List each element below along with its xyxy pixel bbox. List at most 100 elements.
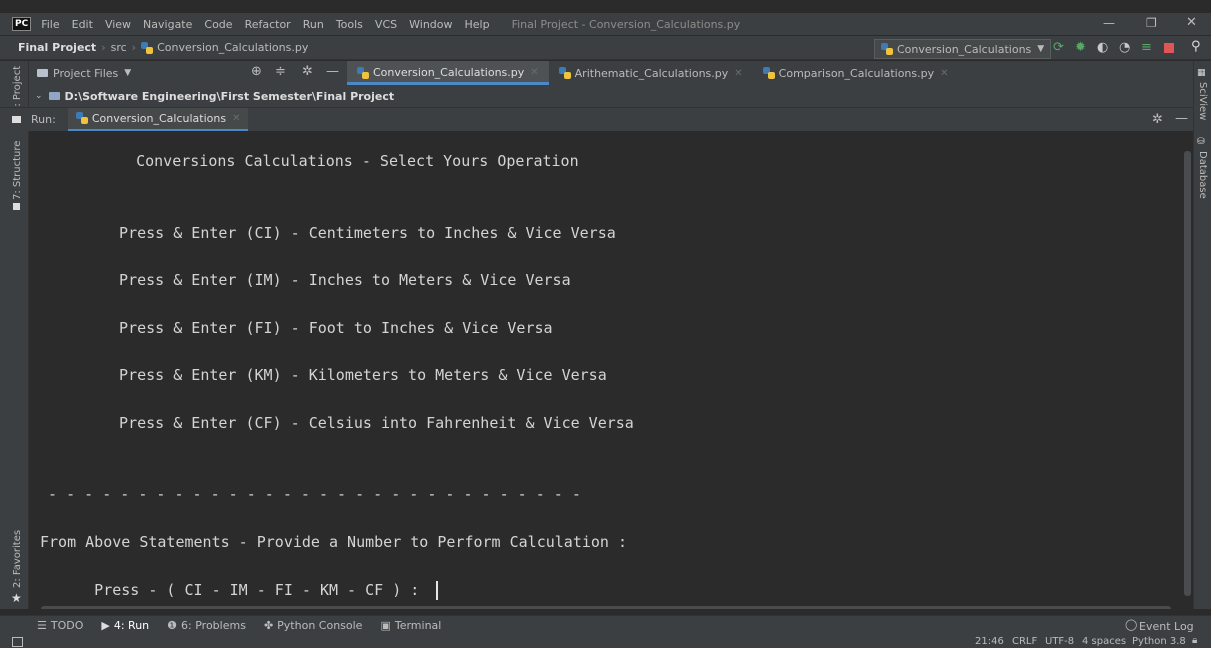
dropdown-arrow-icon: ▼ (1037, 44, 1045, 54)
terminal-tab[interactable]: Terminal (395, 619, 442, 632)
close-tab-icon[interactable]: ✕ (940, 68, 948, 79)
locate-icon[interactable]: ⊕ (251, 64, 262, 79)
restore-icon[interactable]: ❐ (1146, 16, 1157, 30)
tab-conversion-calculations[interactable]: Conversion_Calculations.py ✕ (347, 61, 549, 85)
status-bar: 21:46 CRLF UTF-8 4 spaces Python 3.8 🔒︎ (0, 635, 1211, 648)
terminal-icon: ▣ (380, 619, 391, 632)
caret-position[interactable]: 21:46 (975, 636, 1004, 647)
project-panel-header: Project Files ▼ ⊕ ≑ ✲ — (29, 61, 347, 85)
horizontal-scrollbar[interactable] (41, 606, 1171, 609)
settings-gear-icon[interactable]: ✲ (1152, 112, 1163, 127)
window-title: Final Project - Conversion_Calculations.… (511, 17, 741, 31)
menu-edit[interactable]: Edit (72, 18, 93, 31)
project-tree-root[interactable]: ⌄ D:\Software Engineering\First Semester… (29, 85, 1193, 107)
menu-view[interactable]: View (105, 18, 131, 31)
python-file-icon (141, 41, 154, 54)
menu-run[interactable]: Run (303, 18, 324, 31)
indent-setting[interactable]: 4 spaces (1082, 636, 1126, 647)
hide-panel-icon[interactable]: — (1175, 111, 1188, 126)
todo-tab[interactable]: TODO (51, 619, 84, 632)
close-window-icon[interactable]: ✕ (1186, 15, 1197, 30)
run-console[interactable]: Conversions Calculations - Select Yours … (29, 131, 1193, 609)
menu-help[interactable]: Help (465, 18, 490, 31)
project-files-icon (37, 69, 48, 77)
settings-gear-icon[interactable]: ✲ (302, 64, 313, 79)
bottom-tool-bar: ☰ TODO ▶ 4: Run ❶ 6: Problems ✤ Python C… (0, 615, 1211, 635)
menu-vcs[interactable]: VCS (375, 18, 397, 31)
menu-file[interactable]: File (41, 18, 59, 31)
menu-tools[interactable]: Tools (336, 18, 363, 31)
run-concurrency-icon[interactable]: ≡ (1141, 40, 1152, 55)
profile-icon[interactable]: ◔ (1119, 40, 1130, 55)
tab-arithematic-calculations[interactable]: Arithematic_Calculations.py ✕ (549, 61, 753, 85)
file-encoding[interactable]: UTF-8 (1045, 636, 1074, 647)
editor-tab-bar: Conversion_Calculations.py ✕ Arithematic… (347, 61, 1193, 85)
python-run-icon (75, 112, 88, 124)
run-tool-tab[interactable]: 4: Run (114, 619, 149, 632)
project-files-dropdown[interactable]: Project Files (53, 67, 118, 80)
close-tab-icon[interactable]: ✕ (734, 68, 742, 79)
close-tab-icon[interactable]: ✕ (530, 67, 538, 78)
menu-navigate[interactable]: Navigate (143, 18, 192, 31)
run-label: Run: (31, 113, 56, 126)
database-tool-tab[interactable]: Database (1197, 151, 1208, 199)
menu-window[interactable]: Window (409, 18, 452, 31)
python-console-icon: ✤ (263, 619, 274, 632)
menu-code[interactable]: Code (204, 18, 232, 31)
console-option-km: Press & Enter (KM) - Kilometers to Meter… (101, 366, 607, 384)
run-arrow-icon: ▶ (101, 619, 110, 632)
run-tab-conversion-calculations[interactable]: Conversion_Calculations ✕ (67, 107, 249, 132)
problems-tab[interactable]: 6: Problems (181, 619, 246, 632)
stop-icon[interactable] (1164, 43, 1174, 53)
project-path: D:\Software Engineering\First Semester\F… (64, 89, 395, 103)
lock-icon[interactable]: 🔒︎ (1192, 635, 1197, 646)
python-file-icon (762, 67, 775, 79)
sciview-tool-tab[interactable]: SciView (1197, 82, 1208, 120)
project-tool-tab[interactable]: 1: Project (12, 66, 23, 113)
python-console-tab[interactable]: Python Console (277, 619, 362, 632)
breadcrumb-file[interactable]: Conversion_Calculations.py (157, 41, 308, 54)
breadcrumb-project[interactable]: Final Project (18, 41, 96, 54)
console-input-prompt: Press - ( CI - IM - FI - KM - CF ) : (40, 581, 429, 599)
chevron-right-icon: › (131, 41, 137, 54)
breadcrumb-folder[interactable]: src (111, 41, 127, 54)
minimize-icon[interactable]: — (1103, 16, 1115, 30)
debug-icon[interactable]: ✹ (1075, 40, 1086, 55)
build-icon[interactable]: ⟳ (1053, 40, 1064, 55)
run-config-selector[interactable]: Conversion_Calculations ▼ (874, 39, 1052, 59)
run-tab-label: Conversion_Calculations (91, 111, 227, 125)
console-option-ci: Press & Enter (CI) - Centimeters to Inch… (101, 224, 616, 242)
navigation-bar: Final Project › src › Conversion_Calcula… (0, 36, 1211, 60)
run-panel-header: Run: Conversion_Calculations ✕ ✲ — (0, 107, 1193, 132)
collapse-all-icon[interactable]: ≑ (275, 64, 286, 79)
chevron-right-icon: › (101, 41, 106, 54)
pycharm-logo-icon: PC (12, 17, 32, 31)
tab-comparison-calculations[interactable]: Comparison_Calculations.py ✕ (753, 61, 959, 85)
coverage-icon[interactable]: ◐ (1097, 40, 1108, 55)
search-icon[interactable]: ⚲ (1191, 39, 1201, 54)
python-file-icon (357, 66, 369, 79)
console-option-cf: Press & Enter (CF) - Celsius into Fahren… (101, 414, 634, 432)
structure-tool-tab[interactable]: 7: Structure (12, 141, 23, 200)
run-panel-icon (12, 116, 21, 123)
python-run-config-icon (881, 43, 893, 55)
favorites-tool-tab[interactable]: 2: Favorites (12, 530, 23, 588)
close-run-tab-icon[interactable]: ✕ (232, 113, 240, 124)
run-config-label: Conversion_Calculations (897, 42, 1032, 56)
sciview-icon: ▦ (1197, 68, 1206, 78)
console-option-im: Press & Enter (IM) - Inches to Meters & … (101, 271, 571, 289)
event-log-icon: ◯ (1125, 618, 1138, 631)
toggle-panels-icon[interactable] (12, 636, 23, 647)
vertical-scrollbar[interactable] (1184, 151, 1191, 596)
python-interpreter[interactable]: Python 3.8 (1132, 636, 1186, 647)
line-separator[interactable]: CRLF (1012, 636, 1037, 647)
todo-list-icon: ☰ (37, 619, 47, 632)
expand-arrow-icon[interactable]: ⌄ (35, 91, 43, 101)
tab-label: Comparison_Calculations.py (778, 66, 935, 80)
dropdown-arrow-icon[interactable]: ▼ (124, 68, 131, 78)
menu-refactor[interactable]: Refactor (245, 18, 291, 31)
menu-bar: PC File Edit View Navigate Code Refactor… (0, 13, 1211, 35)
hide-panel-icon[interactable]: — (326, 64, 339, 79)
console-instruction: From Above Statements - Provide a Number… (40, 533, 627, 551)
event-log-tab[interactable]: Event Log (1139, 620, 1194, 633)
